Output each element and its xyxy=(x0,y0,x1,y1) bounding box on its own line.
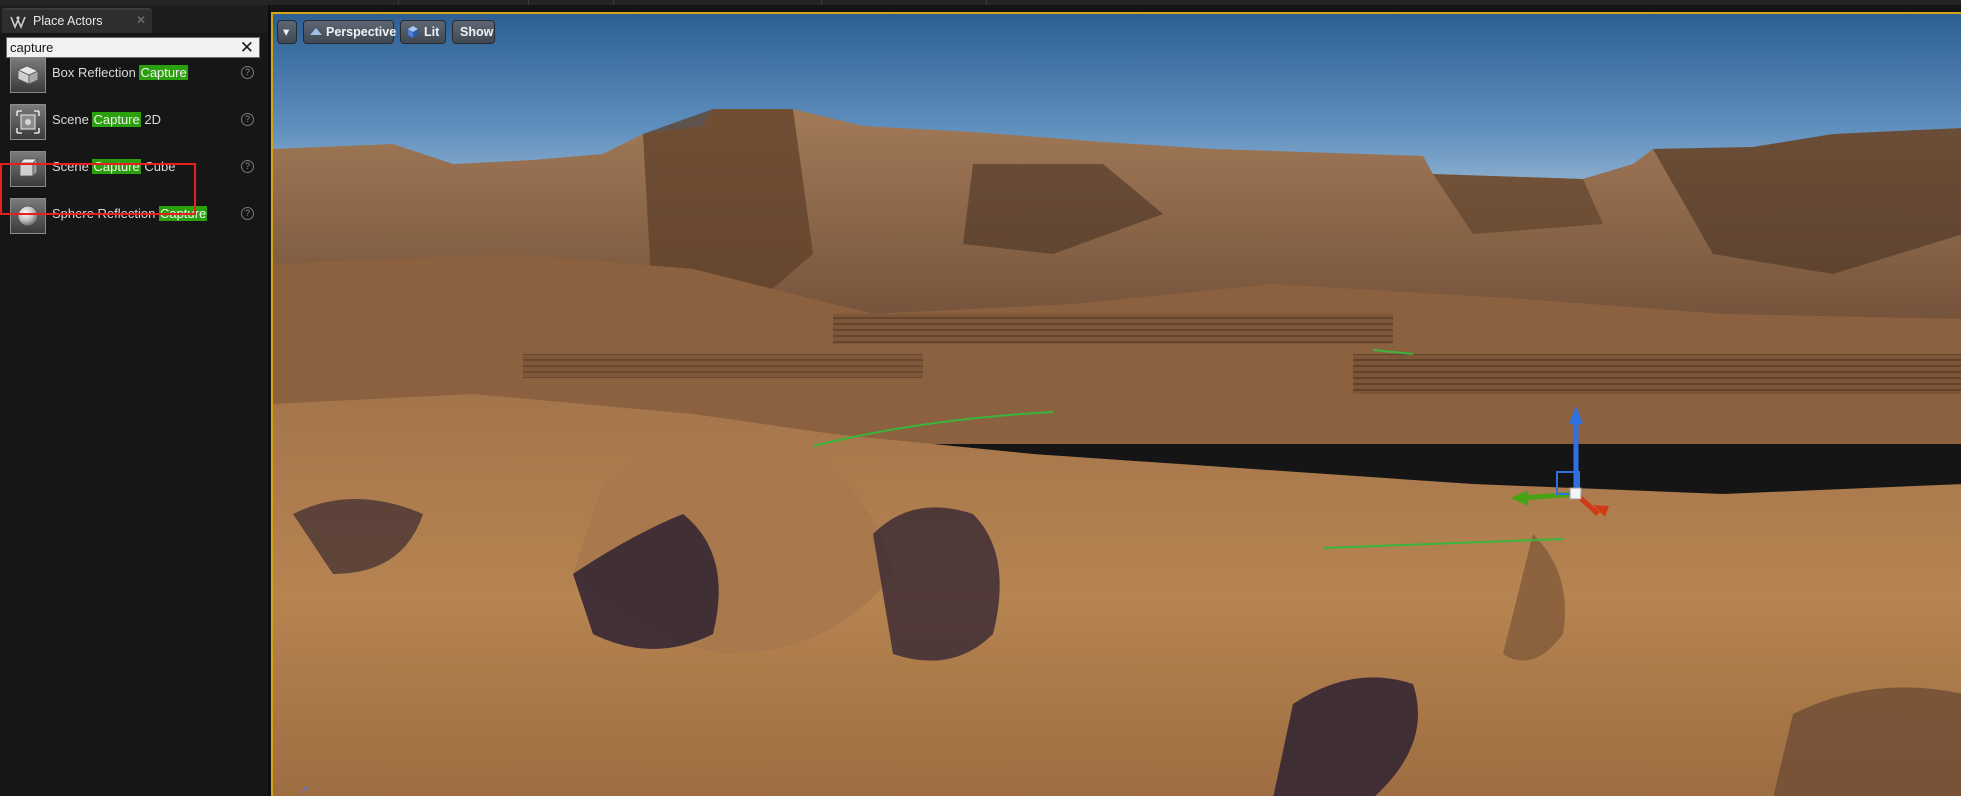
cliff-strata xyxy=(1353,354,1961,394)
panel-tab-bar: Place Actors ✕ xyxy=(0,5,268,33)
level-viewport[interactable]: ↗ ▾ Perspective Lit Show xyxy=(271,12,1961,796)
help-icon[interactable]: ? xyxy=(241,207,254,220)
axis-indicator-icon: ↗ xyxy=(299,783,309,796)
desert-canyon-scene[interactable]: ↗ xyxy=(273,14,1961,796)
camera-perspective-icon xyxy=(310,28,322,35)
cliff-strata xyxy=(523,354,923,378)
help-icon[interactable]: ? xyxy=(241,113,254,126)
actor-item-scene-capture-2d[interactable]: Scene Capture 2D ? xyxy=(0,98,266,142)
desert-ground xyxy=(273,394,1961,796)
viewport-options-button[interactable]: ▾ xyxy=(277,20,297,44)
show-flags-button[interactable]: Show xyxy=(452,20,495,44)
place-actors-icon xyxy=(10,16,26,29)
cliff-strata xyxy=(833,314,1393,344)
show-label: Show xyxy=(460,25,494,39)
close-tab-icon[interactable]: ✕ xyxy=(136,13,146,27)
actor-item-label: Scene Capture 2D xyxy=(52,112,161,127)
toolbar-segment xyxy=(821,0,987,5)
perspective-button[interactable]: Perspective xyxy=(303,20,397,44)
place-actors-tab-title: Place Actors xyxy=(33,14,103,28)
toolbar-segment xyxy=(613,0,822,5)
selected-item-outline xyxy=(0,163,196,215)
scene-capture-2d-icon xyxy=(10,104,46,140)
toolbar-segment xyxy=(398,0,529,5)
box-reflection-capture-icon xyxy=(10,57,46,93)
place-actors-tab[interactable]: Place Actors ✕ xyxy=(2,8,152,33)
view-mode-lit-button[interactable]: Lit xyxy=(400,20,446,44)
chevron-down-icon: ▾ xyxy=(283,25,290,39)
search-match-highlight: Capture xyxy=(139,65,188,80)
search-match-highlight: Capture xyxy=(92,112,141,127)
lit-label: Lit xyxy=(424,25,440,39)
toolbar-segment xyxy=(528,0,614,5)
place-actors-panel: Place Actors ✕ ✕ Box Reflection Capture … xyxy=(0,5,270,796)
perspective-label: Perspective xyxy=(326,25,397,39)
actor-item-box-reflection-capture[interactable]: Box Reflection Capture ? xyxy=(0,51,266,95)
help-icon[interactable]: ? xyxy=(241,160,254,173)
help-icon[interactable]: ? xyxy=(241,66,254,79)
actor-item-label: Box Reflection Capture xyxy=(52,65,188,80)
lit-cube-icon xyxy=(408,26,418,38)
mound-shadow xyxy=(873,507,1000,661)
editor-toolbar-strip xyxy=(0,0,1961,5)
